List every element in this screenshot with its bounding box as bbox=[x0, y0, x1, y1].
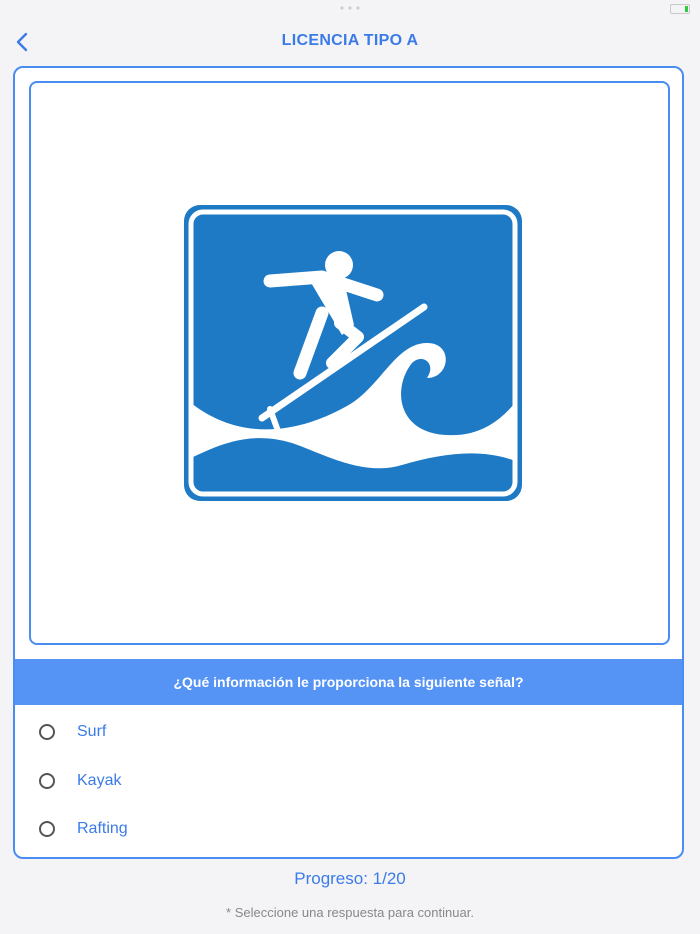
option-label: Surf bbox=[77, 723, 107, 741]
navigation-bar: LICENCIA TIPO A bbox=[0, 20, 700, 64]
option-surf[interactable]: Surf bbox=[15, 708, 682, 757]
option-kayak[interactable]: Kayak bbox=[15, 757, 682, 806]
option-rafting[interactable]: Rafting bbox=[15, 805, 682, 854]
battery-icon bbox=[670, 4, 690, 14]
radio-button[interactable] bbox=[39, 772, 55, 789]
multitasking-dots-icon bbox=[340, 6, 360, 10]
question-text: ¿Qué información le proporciona la sigui… bbox=[15, 659, 682, 705]
radio-button[interactable] bbox=[39, 724, 55, 741]
radio-button[interactable] bbox=[39, 821, 55, 838]
surfing-sign-icon bbox=[184, 205, 522, 501]
hint-text: * Seleccione una respuesta para continua… bbox=[226, 905, 474, 920]
status-bar bbox=[0, 0, 700, 20]
option-label: Rafting bbox=[77, 820, 128, 838]
answer-options: Surf Kayak Rafting bbox=[15, 708, 682, 854]
progress-text: Progreso: 1/20 bbox=[294, 869, 406, 888]
page-title: LICENCIA TIPO A bbox=[281, 32, 419, 49]
option-label: Kayak bbox=[77, 771, 122, 789]
question-card: ¿Qué información le proporciona la sigui… bbox=[13, 66, 684, 859]
question-image-frame bbox=[29, 81, 670, 645]
